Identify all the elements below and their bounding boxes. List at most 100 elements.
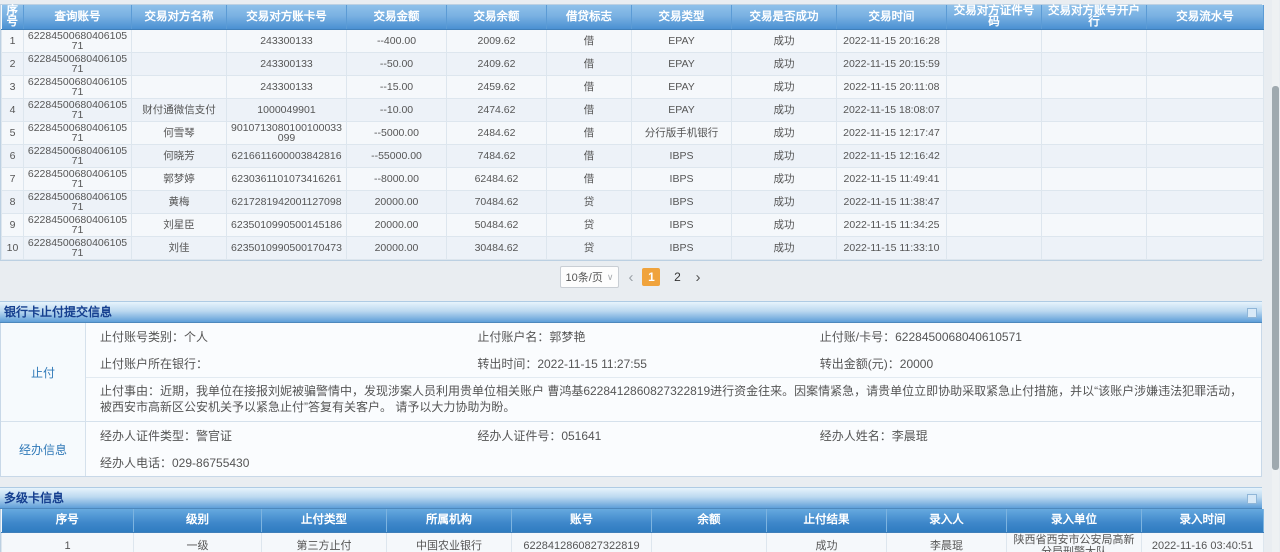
column-header: 交易余额 <box>447 5 547 30</box>
table-cell: 2474.62 <box>447 99 547 122</box>
transactions-table-panel: 序号查询账号交易对方名称交易对方账卡号交易金额交易余额借贷标志交易类型交易是否成… <box>0 4 1262 261</box>
table-cell: 贷 <box>547 191 632 214</box>
table-cell: 9010713080100100033099 <box>227 122 347 145</box>
table-cell: 2409.62 <box>447 53 547 76</box>
scrollbar-thumb[interactable] <box>1272 86 1279 470</box>
field-止付账号类别: 止付账号类别：个人 <box>100 328 477 345</box>
column-header: 止付结果 <box>767 509 887 532</box>
table-cell: 第三方止付 <box>262 532 387 552</box>
table-cell: 6228450068040610571 <box>24 237 132 260</box>
page-button-1[interactable]: 1 <box>642 268 660 286</box>
table-cell <box>1147 99 1264 122</box>
chevron-down-icon: ∨ <box>607 272 614 283</box>
table-cell <box>1042 99 1147 122</box>
table-cell <box>132 30 227 53</box>
table-cell: 何雪琴 <box>132 122 227 145</box>
table-cell <box>947 76 1042 99</box>
table-cell: 成功 <box>732 214 837 237</box>
table-cell: 6228450068040610571 <box>24 99 132 122</box>
field-经办人姓名: 经办人姓名：李晨琨 <box>820 427 1261 444</box>
table-cell: --15.00 <box>347 76 447 99</box>
field-经办人证件号: 经办人证件号：051641 <box>477 427 819 444</box>
table-cell: 成功 <box>732 191 837 214</box>
table-cell: 刘佳 <box>132 237 227 260</box>
table-row: 26228450068040610571243300133--50.002409… <box>2 53 1264 76</box>
column-header: 序号 <box>2 509 134 532</box>
column-header: 录入时间 <box>1142 509 1264 532</box>
table-cell: 6228450068040610571 <box>24 168 132 191</box>
group-label: 止付 <box>1 323 86 421</box>
table-cell: 6228450068040610571 <box>24 53 132 76</box>
column-header: 借贷标志 <box>547 5 632 30</box>
table-cell <box>1147 76 1264 99</box>
table-cell: 2022-11-15 11:34:25 <box>837 214 947 237</box>
table-cell <box>1042 168 1147 191</box>
stop-payment-section-title: 银行卡止付提交信息 <box>4 305 112 319</box>
table-cell: 1 <box>2 532 134 552</box>
table-cell: 6 <box>2 145 24 168</box>
table-cell <box>947 191 1042 214</box>
table-cell: 借 <box>547 99 632 122</box>
column-header: 交易对方证件号码 <box>947 5 1042 30</box>
table-cell: 成功 <box>732 53 837 76</box>
table-cell: 成功 <box>732 122 837 145</box>
table-cell: 贷 <box>547 214 632 237</box>
table-cell: 成功 <box>767 532 887 552</box>
table-cell: 50484.62 <box>447 214 547 237</box>
table-cell <box>1147 145 1264 168</box>
page-size-label: 10条/页 <box>566 269 603 285</box>
table-cell: 6228450068040610571 <box>24 30 132 53</box>
table-cell: 2022-11-15 11:38:47 <box>837 191 947 214</box>
column-header: 查询账号 <box>24 5 132 30</box>
next-page-button[interactable]: › <box>693 270 702 285</box>
table-cell: 6228450068040610571 <box>24 214 132 237</box>
table-cell: 借 <box>547 122 632 145</box>
table-cell <box>947 30 1042 53</box>
page-size-select[interactable]: 10条/页 ∨ <box>560 266 620 288</box>
table-cell: 243300133 <box>227 30 347 53</box>
table-cell <box>652 532 767 552</box>
field-止付账户所在银行: 止付账户所在银行： <box>100 355 477 372</box>
field-转出时间: 转出时间：2022-11-15 11:27:55 <box>477 355 819 372</box>
table-row: 96228450068040610571刘星臣62350109905001451… <box>2 214 1264 237</box>
transactions-table: 序号查询账号交易对方名称交易对方账卡号交易金额交易余额借贷标志交易类型交易是否成… <box>1 5 1264 260</box>
column-header: 交易金额 <box>347 5 447 30</box>
collapse-icon[interactable] <box>1247 308 1257 318</box>
multi-card-section-title: 多级卡信息 <box>4 491 64 505</box>
table-cell: 62484.62 <box>447 168 547 191</box>
table-cell <box>1042 214 1147 237</box>
table-cell <box>132 76 227 99</box>
page-button-2[interactable]: 2 <box>668 268 686 286</box>
table-row: 1一级第三方止付中国农业银行6228412860827322819成功李晨琨陕西… <box>2 532 1264 552</box>
table-cell <box>1147 214 1264 237</box>
table-cell: --50.00 <box>347 53 447 76</box>
table-row: 106228450068040610571刘佳62350109905001704… <box>2 237 1264 260</box>
table-cell <box>1147 53 1264 76</box>
table-cell: 一级 <box>134 532 262 552</box>
table-cell: 借 <box>547 76 632 99</box>
table-cell: 7484.62 <box>447 145 547 168</box>
table-cell: --55000.00 <box>347 145 447 168</box>
column-header: 所属机构 <box>387 509 512 532</box>
table-cell <box>947 122 1042 145</box>
vertical-scrollbar[interactable] <box>1272 0 1279 552</box>
table-cell: 2009.62 <box>447 30 547 53</box>
field-经办人证件类型: 经办人证件类型：警官证 <box>100 427 477 444</box>
table-cell <box>947 99 1042 122</box>
table-cell: 6228450068040610571 <box>24 122 132 145</box>
stop-payment-panel: 止付止付账号类别：个人止付账户名：郭梦艳止付账/卡号：6228450068040… <box>0 323 1262 477</box>
column-header: 交易时间 <box>837 5 947 30</box>
collapse-icon[interactable] <box>1247 494 1257 504</box>
table-cell: 6230361101073416261 <box>227 168 347 191</box>
column-header: 交易类型 <box>632 5 732 30</box>
table-cell: 分行版手机银行 <box>632 122 732 145</box>
table-header-row: 序号查询账号交易对方名称交易对方账卡号交易金额交易余额借贷标志交易类型交易是否成… <box>2 5 1264 30</box>
table-cell: 2459.62 <box>447 76 547 99</box>
table-cell <box>1042 191 1147 214</box>
table-row: 86228450068040610571黄梅621728194200112709… <box>2 191 1264 214</box>
table-cell: EPAY <box>632 53 732 76</box>
table-cell: 借 <box>547 30 632 53</box>
prev-page-button[interactable]: ‹ <box>626 270 635 285</box>
table-cell: 成功 <box>732 30 837 53</box>
table-cell: 2022-11-15 20:11:08 <box>837 76 947 99</box>
